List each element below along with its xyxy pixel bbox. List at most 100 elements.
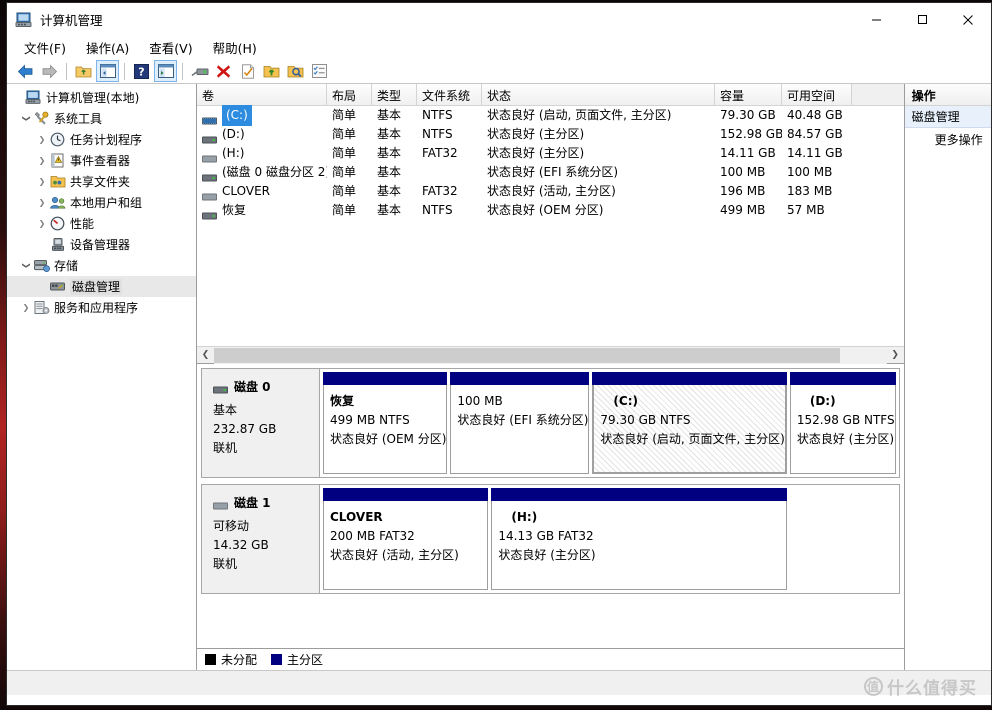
- clock-icon: [49, 132, 67, 148]
- volume-icon: [202, 207, 217, 219]
- partition-h-drive[interactable]: (H:) 14.13 GB FAT32 状态良好 (主分区): [491, 488, 787, 590]
- table-row[interactable]: 恢复 简单 基本 NTFS 状态良好 (OEM 分区) 499 MB 57 MB: [197, 201, 904, 220]
- title-bar: 计算机管理: [7, 3, 991, 36]
- partition-status: 状态良好 (启动, 页面文件, 主分区): [600, 432, 785, 446]
- disk-row-0[interactable]: 磁盘 0 基本 232.87 GB 联机 恢复 499 MB NTFS 状态良好…: [201, 368, 900, 478]
- tree-event-viewer[interactable]: 事件查看器: [7, 150, 196, 171]
- tree-shared-folders[interactable]: 共享文件夹: [7, 171, 196, 192]
- tree-storage[interactable]: 存储: [7, 255, 196, 276]
- tree-task-scheduler[interactable]: 任务计划程序: [7, 129, 196, 150]
- disk-state: 联机: [213, 441, 238, 455]
- tree-computer-management[interactable]: 计算机管理(本地): [7, 87, 196, 108]
- scroll-right-arrow-icon[interactable]: ❯: [887, 347, 904, 364]
- minimize-button[interactable]: [853, 3, 899, 36]
- table-row[interactable]: (D:) 简单 基本 NTFS 状态良好 (主分区) 152.98 GB 84.…: [197, 125, 904, 144]
- back-icon[interactable]: [14, 60, 37, 82]
- cell-status: 状态良好 (OEM 分区): [487, 203, 604, 217]
- cell-type: 基本: [377, 127, 402, 141]
- caption-buttons: [853, 3, 991, 36]
- column-header-freespace[interactable]: 可用空间: [782, 84, 852, 105]
- shared-folder-icon: [49, 174, 67, 190]
- cell-capacity: 499 MB: [720, 203, 766, 217]
- scroll-left-arrow-icon[interactable]: ❮: [197, 347, 214, 364]
- help-icon[interactable]: ?: [130, 60, 153, 82]
- column-header-type[interactable]: 类型: [372, 84, 417, 105]
- actions-section-disk-management[interactable]: 磁盘管理 ▲: [904, 106, 991, 128]
- disk-name: 磁盘 0: [234, 380, 271, 394]
- chevron-right-icon[interactable]: [19, 303, 33, 313]
- chevron-right-icon[interactable]: [35, 156, 49, 166]
- column-header-capacity[interactable]: 容量: [715, 84, 782, 105]
- partition-status: 状态良好 (EFI 系统分区): [457, 413, 589, 427]
- partition-label: 恢复: [330, 394, 355, 408]
- tree-device-manager[interactable]: 设备管理器: [7, 234, 196, 255]
- disk-info-1[interactable]: 磁盘 1 可移动 14.32 GB 联机: [202, 485, 320, 593]
- cell-layout: 简单: [332, 127, 357, 141]
- disk-row-1[interactable]: 磁盘 1 可移动 14.32 GB 联机 CLOVER 200 MB FAT32: [201, 484, 900, 594]
- partition-efi[interactable]: 100 MB 状态良好 (EFI 系统分区): [450, 372, 590, 474]
- tree-performance[interactable]: 性能: [7, 213, 196, 234]
- partition-size: 100 MB: [457, 394, 503, 408]
- partition-d-drive[interactable]: (D:) 152.98 GB NTFS 状态良好 (主分区): [789, 372, 896, 474]
- center-pane: 卷 布局 类型 文件系统 状态 容量 可用空间 (C:) 简单 基本 NTFS …: [197, 84, 905, 670]
- tree-services-applications[interactable]: 服务和应用程序: [7, 297, 196, 318]
- actions-section-label: 磁盘管理: [911, 110, 960, 124]
- chevron-down-icon[interactable]: [19, 114, 33, 124]
- up-folder-icon[interactable]: [72, 60, 95, 82]
- chevron-right-icon[interactable]: [35, 198, 49, 208]
- column-header-layout[interactable]: 布局: [327, 84, 372, 105]
- table-row[interactable]: (磁盘 0 磁盘分区 2) 简单 基本 状态良好 (EFI 系统分区) 100 …: [197, 163, 904, 182]
- tree-label: 服务和应用程序: [54, 300, 139, 315]
- table-row[interactable]: (C:) 简单 基本 NTFS 状态良好 (启动, 页面文件, 主分区) 79.…: [197, 105, 904, 126]
- partition-clover[interactable]: CLOVER 200 MB FAT32 状态良好 (活动, 主分区): [323, 488, 489, 590]
- cell-status: 状态良好 (主分区): [487, 146, 585, 160]
- menu-file[interactable]: 文件(F): [15, 35, 75, 61]
- menu-view[interactable]: 查看(V): [140, 35, 201, 61]
- column-header-filesystem[interactable]: 文件系统: [417, 84, 482, 105]
- horizontal-scrollbar[interactable]: ❮ ❯: [197, 346, 904, 364]
- chevron-right-icon[interactable]: [35, 177, 49, 187]
- partition-label: (H:): [511, 510, 538, 524]
- partition-body: (D:) 152.98 GB NTFS 状态良好 (主分区): [789, 385, 896, 474]
- column-header-volume[interactable]: 卷: [197, 84, 327, 105]
- tree-system-tools[interactable]: 系统工具: [7, 108, 196, 129]
- chevron-right-icon[interactable]: [35, 219, 49, 229]
- disk-management-icon: [49, 279, 67, 295]
- search-icon[interactable]: [284, 60, 307, 82]
- partition-c-drive[interactable]: (C:) 79.30 GB NTFS 状态良好 (启动, 页面文件, 主分区): [592, 372, 787, 474]
- chevron-right-icon[interactable]: [35, 135, 49, 145]
- cell-freespace: 40.48 GB: [787, 108, 843, 122]
- partition-recovery[interactable]: 恢复 499 MB NTFS 状态良好 (OEM 分区): [323, 372, 448, 474]
- scrollbar-thumb[interactable]: [214, 347, 840, 363]
- legend-swatch-primary: [271, 654, 283, 665]
- column-header-status[interactable]: 状态: [482, 84, 715, 105]
- tree-disk-management[interactable]: 磁盘管理: [7, 276, 196, 297]
- tree-label: 共享文件夹: [70, 174, 131, 189]
- delete-icon[interactable]: [212, 60, 235, 82]
- menu-action[interactable]: 操作(A): [77, 35, 138, 61]
- menu-help[interactable]: 帮助(H): [204, 35, 266, 61]
- disk-info-0[interactable]: 磁盘 0 基本 232.87 GB 联机: [202, 369, 320, 477]
- users-icon: [49, 195, 67, 211]
- action-more-actions[interactable]: 更多操作 ▶: [905, 128, 991, 151]
- cell-volume: (D:): [222, 127, 245, 141]
- forward-icon[interactable]: [38, 60, 61, 82]
- close-button[interactable]: [945, 3, 991, 36]
- table-row[interactable]: (H:) 简单 基本 FAT32 状态良好 (主分区) 14.11 GB 14.…: [197, 144, 904, 163]
- properties-icon[interactable]: [236, 60, 259, 82]
- show-console-tree-icon[interactable]: [96, 60, 119, 82]
- cell-capacity: 196 MB: [720, 184, 766, 198]
- connect-disk-icon[interactable]: [188, 60, 211, 82]
- tree-local-users-groups[interactable]: 本地用户和组: [7, 192, 196, 213]
- export-icon[interactable]: [260, 60, 283, 82]
- show-action-pane-icon[interactable]: [154, 60, 177, 82]
- chevron-down-icon[interactable]: [19, 261, 33, 271]
- partition-body: (H:) 14.13 GB FAT32 状态良好 (主分区): [491, 501, 787, 590]
- legend-label: 主分区: [287, 653, 324, 667]
- maximize-button[interactable]: [899, 3, 945, 36]
- disk-icon: [213, 383, 228, 393]
- table-row[interactable]: CLOVER 简单 基本 FAT32 状态良好 (活动, 主分区) 196 MB…: [197, 182, 904, 201]
- scrollbar-track[interactable]: [214, 346, 887, 364]
- disk-title-1: 磁盘 1: [213, 494, 319, 511]
- checklist-icon[interactable]: [308, 60, 331, 82]
